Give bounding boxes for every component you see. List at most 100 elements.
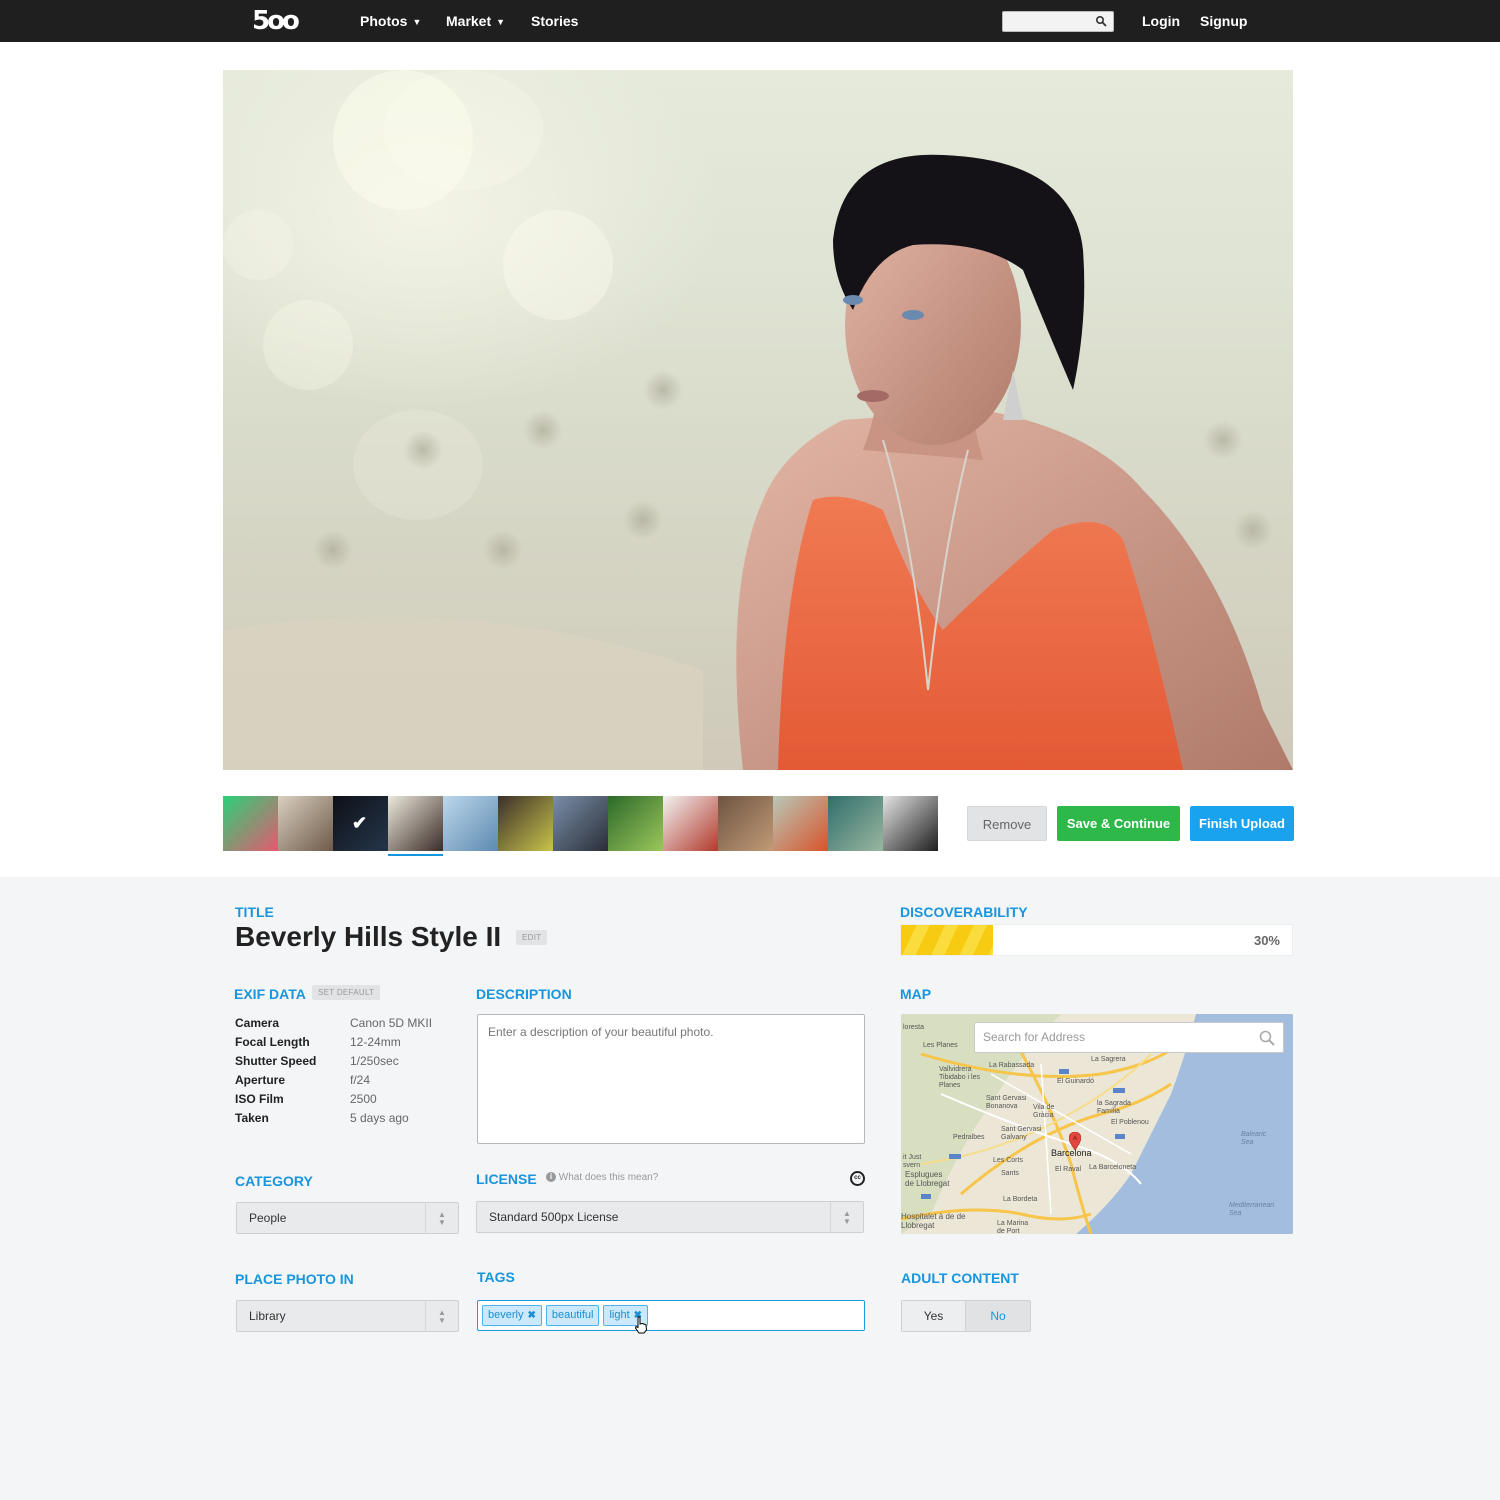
signup-link[interactable]: Signup — [1200, 13, 1247, 29]
search-icon[interactable] — [1259, 1030, 1275, 1046]
thumbnail[interactable]: ✔ — [333, 796, 388, 851]
license-select[interactable]: Standard 500px License ▲ ▼ — [476, 1201, 864, 1233]
exif-key: Taken — [235, 1111, 269, 1125]
location-map[interactable]: loresta Les Planes La Sagrera La Rabassa… — [901, 1014, 1293, 1234]
place-photo-select[interactable]: Library ▲ ▼ — [236, 1300, 459, 1332]
exif-table: Camera Canon 5D MKII Focal Length 12-24mm … — [235, 1016, 445, 1130]
thumbnail[interactable] — [718, 796, 773, 851]
map-label-sea: Mediterranean Sea — [1229, 1202, 1275, 1217]
map-label-text: Esplugues de Llobregat — [905, 1170, 950, 1188]
exif-key: Camera — [235, 1016, 280, 1030]
place-photo-value: Library — [249, 1309, 286, 1323]
map-search-input[interactable]: Search for Address — [974, 1022, 1284, 1053]
thumbnail[interactable] — [883, 796, 938, 851]
thumbnail[interactable] — [773, 796, 828, 851]
category-value: People — [249, 1211, 287, 1225]
logo[interactable]: 5oo — [252, 6, 300, 36]
thumbnail[interactable] — [388, 796, 443, 856]
hand-cursor-icon — [634, 1316, 648, 1334]
exif-value: 1/250sec — [350, 1054, 399, 1068]
remove-button[interactable]: Remove — [967, 806, 1047, 841]
exif-key: Shutter Speed — [235, 1054, 317, 1068]
map-label-text: loresta — [903, 1024, 925, 1031]
tags-input[interactable]: beverly ✖ beautiful light ✖ — [477, 1300, 865, 1331]
description-textarea[interactable]: Enter a description of your beautiful ph… — [477, 1014, 865, 1144]
map-label-text: Sants — [1001, 1170, 1019, 1177]
login-link[interactable]: Login — [1142, 13, 1180, 29]
tag-chip[interactable]: beautiful — [545, 1305, 600, 1326]
license-help-link[interactable]: i What does this mean? — [546, 1172, 658, 1183]
thumbnail[interactable] — [663, 796, 718, 851]
nav-stories[interactable]: Stories — [531, 13, 578, 29]
map-label-text: La Marina de Port — [997, 1220, 1029, 1234]
map-search-placeholder: Search for Address — [983, 1030, 1086, 1044]
thumbnail[interactable] — [223, 796, 278, 851]
adult-content-toggle: Yes No — [901, 1300, 1031, 1332]
search-input[interactable] — [1002, 11, 1114, 32]
nav-photos[interactable]: Photos ▼ — [360, 13, 421, 29]
exif-value: 12-24mm — [350, 1035, 401, 1049]
map-label-text: Pedralbes — [953, 1134, 985, 1141]
thumbnail[interactable] — [608, 796, 663, 851]
save-continue-button[interactable]: Save & Continue — [1057, 806, 1180, 841]
select-arrows-icon: ▲ ▼ — [425, 1203, 458, 1233]
edit-title-button[interactable]: EDIT — [516, 930, 548, 945]
map-label-text: Les Corts — [993, 1157, 1023, 1164]
info-icon: i — [546, 1172, 556, 1182]
check-icon: ✔ — [352, 813, 368, 833]
category-label: CATEGORY — [235, 1173, 313, 1189]
adult-no-option[interactable]: No — [966, 1301, 1030, 1331]
exif-row: ISO Film 2500 — [235, 1092, 445, 1111]
tags-label: TAGS — [477, 1269, 515, 1285]
map-label-text: El Guinardó — [1057, 1078, 1094, 1085]
exif-key: ISO Film — [235, 1092, 284, 1106]
exif-value: 2500 — [350, 1092, 377, 1106]
nav-photos-label: Photos — [360, 13, 408, 29]
exif-row: Aperture f/24 — [235, 1073, 445, 1092]
map-label-text: Hospitalet à de de Llobregat — [901, 1212, 966, 1230]
adult-yes-option[interactable]: Yes — [902, 1301, 966, 1331]
license-help-text: What does this mean? — [558, 1172, 659, 1183]
photo-title: Beverly Hills Style II — [235, 921, 502, 952]
exif-value: f/24 — [350, 1073, 371, 1087]
thumbnail[interactable] — [828, 796, 883, 851]
tag-label: beautiful — [551, 1309, 594, 1321]
adult-content-label: ADULT CONTENT — [901, 1270, 1019, 1286]
thumbnail[interactable] — [278, 796, 333, 851]
map-label-text: la Sagrada Família — [1097, 1100, 1131, 1115]
nav-market-label: Market — [446, 13, 492, 29]
tag-label: beverly — [488, 1309, 524, 1321]
license-value: Standard 500px License — [489, 1210, 619, 1224]
map-label-text: it Just svern — [903, 1154, 922, 1169]
nav-market[interactable]: Market ▼ — [446, 13, 505, 29]
tag-label: light — [609, 1309, 630, 1321]
exif-row: Focal Length 12-24mm — [235, 1035, 445, 1054]
thumbnail[interactable] — [498, 796, 553, 851]
map-label-text: El Poblenou — [1111, 1119, 1149, 1126]
thumbnail[interactable] — [553, 796, 608, 851]
search-icon[interactable] — [1095, 15, 1107, 27]
map-label-text: Sant Gervasi Galvany — [1001, 1126, 1042, 1141]
map-label-text: Sant Gervasi Bonanova — [986, 1095, 1027, 1110]
remove-tag-icon[interactable]: ✖ — [527, 1310, 535, 1321]
discoverability-label: DISCOVERABILITY — [900, 904, 1028, 920]
exif-row: Shutter Speed 1/250sec — [235, 1054, 445, 1073]
select-arrows-icon: ▲ ▼ — [830, 1202, 863, 1232]
main-photo — [223, 70, 1293, 770]
set-default-button[interactable]: SET DEFAULT — [312, 985, 381, 1000]
thumbnail[interactable] — [443, 796, 498, 851]
caret-down-icon: ▼ — [496, 17, 506, 27]
map-label-text: Vila de Gràcia — [1033, 1104, 1055, 1119]
map-label-text: La Bordeta — [1003, 1196, 1038, 1203]
place-photo-label: PLACE PHOTO IN — [235, 1271, 354, 1287]
discoverability-percent: 30% — [1253, 933, 1280, 948]
map-label-text: La Sagrera — [1091, 1056, 1126, 1063]
category-select[interactable]: People ▲ ▼ — [236, 1202, 459, 1234]
finish-upload-button[interactable]: Finish Upload — [1190, 806, 1294, 841]
title-label: TITLE — [235, 904, 274, 920]
select-arrows-icon: ▲ ▼ — [425, 1301, 458, 1331]
exif-row: Taken 5 days ago — [235, 1111, 445, 1130]
tag-chip[interactable]: beverly ✖ — [482, 1305, 542, 1326]
portrait-figure — [223, 154, 1293, 770]
top-nav: 5oo Photos ▼ Market ▼ Stories Login Signup — [0, 0, 1500, 42]
